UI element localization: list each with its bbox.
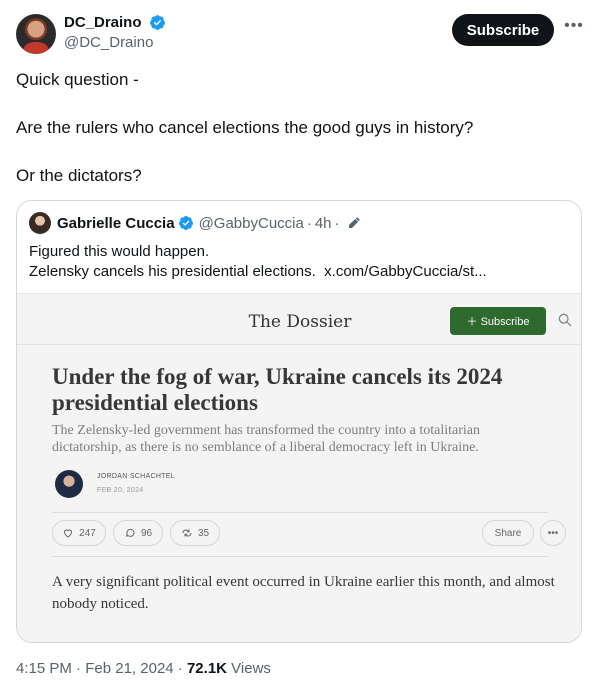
comment-icon bbox=[125, 528, 135, 537]
more-options-icon[interactable]: ••• bbox=[564, 18, 584, 38]
edited-pencil-icon bbox=[348, 217, 360, 228]
comments-pill: 96 bbox=[113, 520, 163, 546]
restack-icon bbox=[182, 529, 192, 537]
heart-icon bbox=[64, 529, 73, 538]
views-label: Views bbox=[231, 660, 271, 677]
views-count[interactable]: 72.1K bbox=[187, 660, 227, 677]
share-label: Share bbox=[494, 527, 522, 539]
restacks-count: 35 bbox=[197, 527, 210, 539]
article-author-avatar bbox=[55, 470, 83, 498]
quoted-tweet-card[interactable]: Gabrielle Cuccia @GabbyCuccia · 4h · Fig… bbox=[16, 200, 582, 643]
article-author-name: JORDAN SCHACHTEL bbox=[97, 473, 175, 480]
separator-dot: · bbox=[177, 660, 187, 677]
article-date: FEB 20, 2024 bbox=[97, 487, 144, 494]
tweet-date[interactable]: Feb 21, 2024 bbox=[85, 660, 173, 677]
separator-dot: · bbox=[306, 214, 312, 232]
more-dots-icon: ••• bbox=[547, 527, 559, 539]
article-headline: Under the fog of war, Ukraine cancels it… bbox=[52, 364, 503, 415]
tweet-text: Quick question - Are the rulers who canc… bbox=[16, 68, 576, 188]
quoted-tweet-time: 4h bbox=[314, 214, 332, 232]
tweet-line: Quick question - bbox=[16, 70, 139, 89]
article-preview-image[interactable]: The Dossier ＋ Subscribe Under the fog of… bbox=[17, 293, 581, 642]
author-names: DC_Draino @DC_Draino bbox=[64, 14, 166, 51]
article-subtitle: The Zelensky-led government has transfor… bbox=[52, 423, 481, 455]
quoted-line-1: Figured this would happen. bbox=[29, 243, 210, 260]
quoted-tweet-header: Gabrielle Cuccia @GabbyCuccia · 4h · bbox=[29, 212, 361, 234]
comments-count: 96 bbox=[140, 527, 153, 539]
preview-subscribe-button: ＋ Subscribe bbox=[450, 307, 546, 335]
preview-divider bbox=[17, 344, 581, 345]
quoted-author-name: Gabrielle Cuccia bbox=[57, 214, 175, 232]
preview-divider bbox=[52, 512, 548, 513]
quoted-author-avatar bbox=[29, 212, 51, 234]
author-handle[interactable]: @DC_Draino bbox=[64, 34, 166, 51]
likes-count: 247 bbox=[79, 527, 96, 539]
article-body: A very significant political event occur… bbox=[52, 574, 555, 612]
separator-dot: · bbox=[334, 214, 340, 232]
separator-dot: · bbox=[76, 660, 86, 677]
preview-divider bbox=[52, 556, 548, 557]
quoted-author-handle: @GabbyCuccia bbox=[198, 214, 304, 232]
subscribe-button[interactable]: Subscribe bbox=[452, 14, 554, 46]
verified-badge-icon bbox=[178, 216, 193, 230]
share-pill: Share bbox=[482, 520, 534, 546]
tweet-line: Or the dictators? bbox=[16, 166, 142, 185]
tweet-line: Are the rulers who cancel elections the … bbox=[16, 118, 474, 137]
tweet-header: DC_Draino @DC_Draino Subscribe ••• bbox=[16, 12, 584, 56]
preview-subscribe-label: Subscribe bbox=[480, 316, 530, 328]
tweet-time[interactable]: 4:15 PM bbox=[16, 660, 72, 677]
restacks-pill: 35 bbox=[170, 520, 220, 546]
quoted-line-2-text: Zelensky cancels his presidential electi… bbox=[29, 263, 316, 280]
author-avatar[interactable] bbox=[16, 14, 56, 54]
quoted-tweet-text: Figured this would happen. Zelensky canc… bbox=[29, 242, 569, 282]
quoted-link[interactable]: x.com/GabbyCuccia/st... bbox=[324, 263, 487, 280]
likes-pill: 247 bbox=[52, 520, 106, 546]
author-display-name[interactable]: DC_Draino bbox=[64, 14, 142, 31]
more-pill: ••• bbox=[540, 520, 566, 546]
tweet-meta: 4:15 PM · Feb 21, 2024 · 72.1K Views bbox=[16, 660, 271, 677]
quoted-line-2: Zelensky cancels his presidential electi… bbox=[29, 262, 569, 282]
search-icon bbox=[558, 313, 572, 327]
verified-badge-icon bbox=[150, 15, 165, 31]
